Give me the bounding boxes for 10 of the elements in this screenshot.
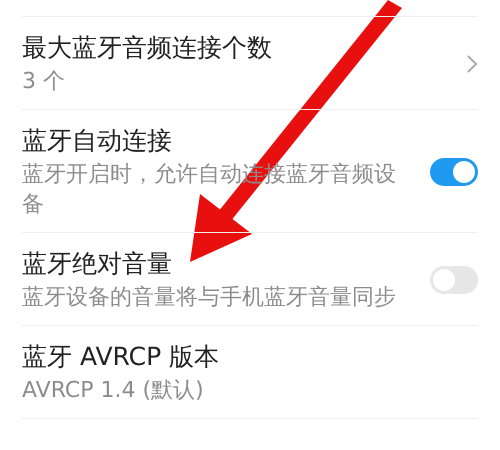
setting-title: 蓝牙 AVRCP 版本 — [22, 341, 220, 373]
setting-title: 蓝牙绝对音量 — [22, 248, 173, 280]
toggle-switch[interactable] — [430, 158, 478, 186]
setting-title: 蓝牙自动连接 — [22, 125, 173, 157]
toggle-switch[interactable] — [430, 266, 478, 294]
setting-subtitle: 3 个 — [22, 68, 66, 96]
setting-subtitle: AVRCP 1.4 (默认) — [22, 377, 205, 405]
setting-subtitle: 蓝牙设备的音量将与手机蓝牙音量同步 — [22, 284, 397, 312]
chevron-icon — [466, 54, 478, 74]
setting-title: 最大蓝牙音频连接个数 — [22, 32, 273, 64]
